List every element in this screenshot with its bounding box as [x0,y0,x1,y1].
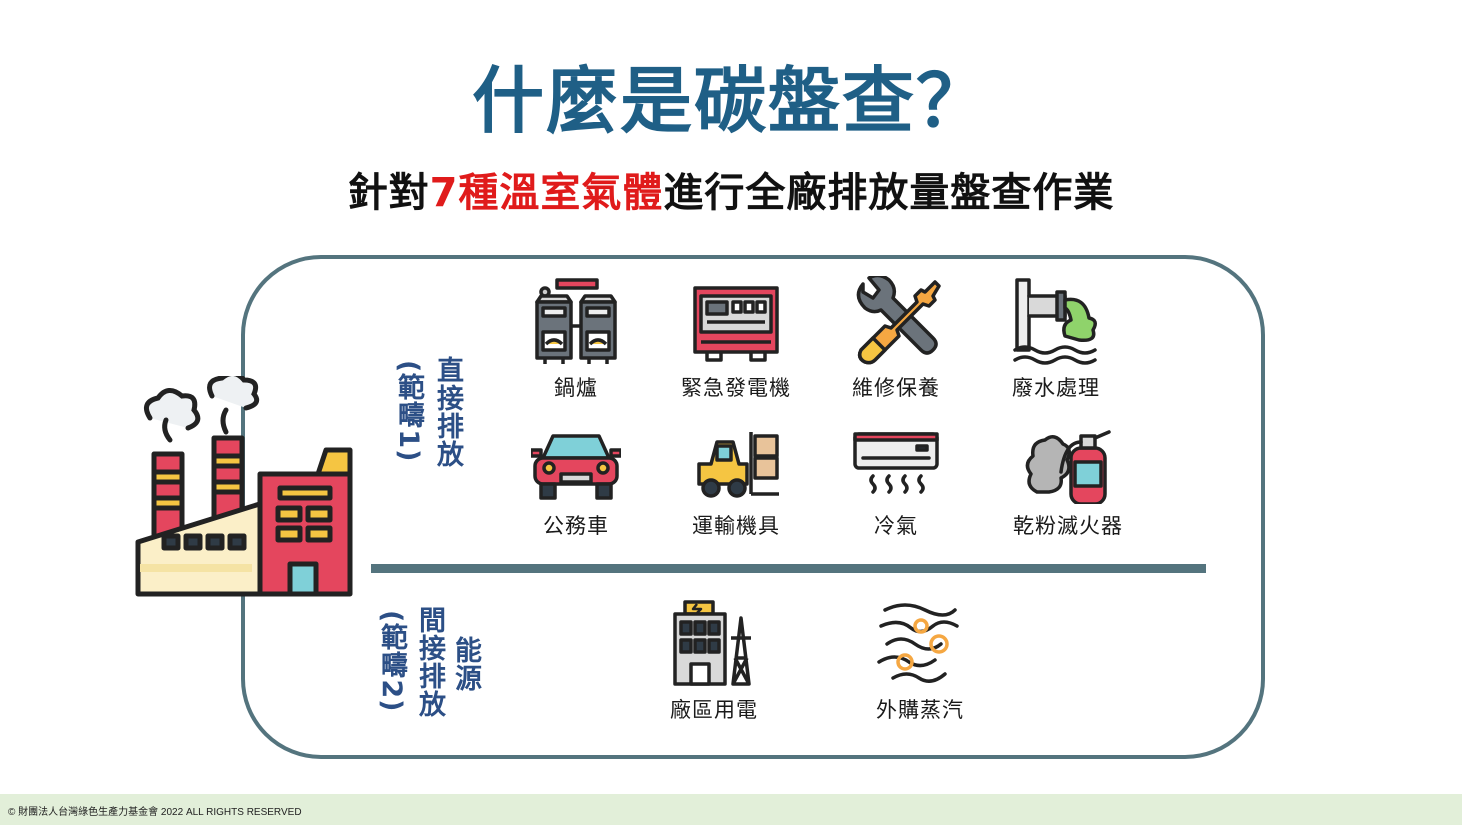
item-label: 廢水處理 [1012,376,1100,400]
wastewater-icon [1013,278,1097,365]
fire-extinguisher-icon [1025,430,1111,504]
item-label: 公務車 [543,514,609,538]
subtitle-prefix: 針對 [347,170,430,216]
item-label: 外購蒸汽 [876,698,964,722]
item-label: 乾粉滅火器 [1013,514,1123,538]
car-icon [531,434,621,500]
item-wastewater: 廢水處理 [976,276,1136,402]
scope2-scope: (範疇2) [376,610,407,713]
item-steam: 外購蒸汽 [840,598,1000,724]
air-conditioner-icon [853,432,939,494]
item-label: 維修保養 [852,376,940,400]
steam-icon [877,603,959,683]
subtitle-suffix: 進行全廠排放量盤查作業 [663,170,1115,216]
item-maintenance: 維修保養 [816,276,976,402]
scope1-scope: (範疇1) [393,360,424,463]
power-building-icon [673,600,751,686]
item-generator: 緊急發電機 [656,276,816,402]
scope1-label: 直接排放 [432,356,463,468]
boiler-icon [535,278,617,364]
item-fire-extinguisher: 乾粉滅火器 [988,428,1148,540]
scope-divider [371,564,1206,573]
item-air-conditioner: 冷氣 [816,428,976,540]
item-label: 鍋爐 [554,376,598,400]
item-label: 冷氣 [874,514,918,538]
item-forklift: 運輸機具 [656,428,816,540]
copyright-text: © 財團法人台灣綠色生產力基金會 2022 ALL RIGHTS RESERVE… [8,807,302,818]
footer: © 財團法人台灣綠色生產力基金會 2022 ALL RIGHTS RESERVE… [0,794,1462,825]
item-power-building: 廠區用電 [634,598,794,724]
factory-icon [135,376,353,597]
item-label: 運輸機具 [692,514,780,538]
forklift-icon [697,432,779,498]
item-label: 廠區用電 [670,698,758,722]
scope2-label-energy: 能源 [450,636,481,692]
page-subtitle: 針對7種溫室氣體進行全廠排放量盤查作業 [0,168,1462,218]
item-label: 緊急發電機 [681,376,791,400]
item-car: 公務車 [496,428,656,540]
generator-icon [693,286,779,362]
scope2-label: 間接排放 [414,606,445,718]
wrench-screwdriver-icon [856,276,941,365]
page-title: 什麼是碳盤查？ [471,58,990,143]
subtitle-highlight: 7種溫室氣體 [429,170,664,216]
item-boiler: 鍋爐 [496,276,656,402]
